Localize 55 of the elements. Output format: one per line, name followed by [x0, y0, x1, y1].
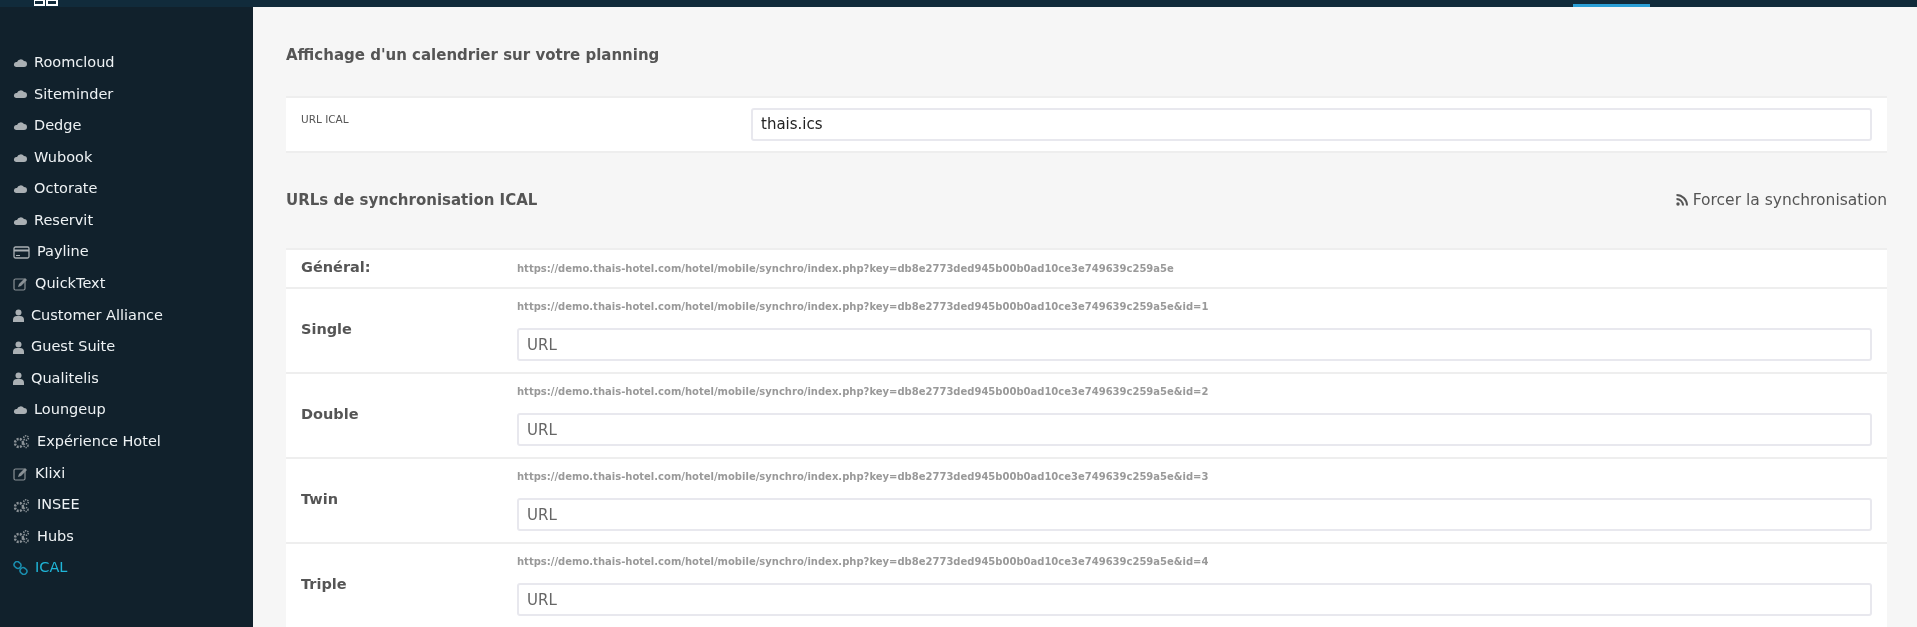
- sidebar-item[interactable]: Dedge: [0, 110, 253, 142]
- sidebar-item[interactable]: Klixi: [0, 457, 253, 490]
- sidebar-item[interactable]: Payline: [0, 236, 253, 269]
- sidebar-item[interactable]: Guest Suite: [0, 331, 253, 363]
- sync-url: https://demo.thais-hotel.com/hotel/mobile/synchro/index.php?key=db8e2773ded945b00b0ad10ce3e749639c259a5e&id=4: [517, 555, 1210, 570]
- sync-url: https://demo.thais-hotel.com/hotel/mobile/synchro/index.php?key=db8e2773ded945b00b0ad10ce3e749639c259a5e: [517, 261, 1175, 276]
- edit-icon: [13, 276, 28, 291]
- row-label: Single: [301, 320, 353, 340]
- sidebar-item[interactable]: ICAL: [0, 552, 253, 585]
- sidebar-item[interactable]: Reservit: [0, 204, 253, 237]
- sidebar-item[interactable]: QuickText: [0, 268, 253, 300]
- sidebar-item[interactable]: Roomcloud: [0, 47, 253, 79]
- gears-icon: [13, 434, 30, 450]
- row-label: Double: [301, 405, 360, 425]
- row-label: Triple: [301, 575, 348, 595]
- sidebar-item[interactable]: Octorate: [0, 173, 253, 205]
- sidebar-item[interactable]: Wubook: [0, 141, 253, 174]
- sidebar-item[interactable]: Siteminder: [0, 78, 253, 111]
- cloud-icon: [13, 89, 27, 100]
- ical-url-field[interactable]: thais.ics: [751, 107, 1872, 141]
- row-label: Twin: [301, 490, 339, 510]
- section-title: URLs de synchronisation ICAL: [286, 189, 538, 211]
- logo-icon: [34, 0, 58, 6]
- cloud-icon: [13, 184, 27, 195]
- force-sync-link[interactable]: Forcer la synchronisation: [1675, 188, 1887, 212]
- link-icon: [13, 561, 28, 576]
- gears-icon: [13, 497, 30, 513]
- sidebar-item[interactable]: Loungeup: [0, 394, 253, 427]
- row-label: Général:: [301, 258, 372, 278]
- edit-icon: [13, 466, 28, 481]
- sidebar-item[interactable]: INSEE: [0, 489, 253, 521]
- url-input-field[interactable]: URL: [517, 328, 1872, 362]
- cloud-icon: [13, 215, 27, 226]
- sidebar-item[interactable]: Qualitelis: [0, 362, 253, 395]
- sidebar-item[interactable]: Expérience Hotel: [0, 426, 253, 458]
- cloud-icon: [13, 152, 27, 163]
- user-icon: [13, 309, 24, 323]
- url-input-field[interactable]: URL: [517, 498, 1872, 532]
- cloud-icon: [13, 57, 27, 68]
- rss-icon: [1675, 194, 1688, 207]
- user-icon: [13, 340, 24, 354]
- sync-url: https://demo.thais-hotel.com/hotel/mobile/synchro/index.php?key=db8e2773ded945b00b0ad10ce3e749639c259a5e&id=2: [517, 385, 1210, 400]
- section-title: Affichage d'un calendrier sur votre planning: [286, 45, 661, 66]
- sync-url: https://demo.thais-hotel.com/hotel/mobile/synchro/index.php?key=db8e2773ded945b00b0ad10ce3e749639c259a5e&id=1: [517, 300, 1210, 315]
- cloud-icon: [13, 121, 27, 131]
- credit-card-icon: [13, 245, 30, 259]
- sidebar-item[interactable]: Customer Alliance: [0, 299, 253, 332]
- sidebar-item[interactable]: Hubs: [0, 520, 253, 553]
- field-label: URL ICAL: [301, 111, 350, 127]
- gears-icon: [13, 529, 30, 545]
- user-icon: [13, 372, 24, 386]
- sync-url: https://demo.thais-hotel.com/hotel/mobile/synchro/index.php?key=db8e2773ded945b00b0ad10ce3e749639c259a5e&id=3: [517, 470, 1210, 485]
- url-input-field[interactable]: URL: [517, 583, 1872, 617]
- cloud-icon: [13, 405, 27, 416]
- url-input-field[interactable]: URL: [517, 413, 1872, 447]
